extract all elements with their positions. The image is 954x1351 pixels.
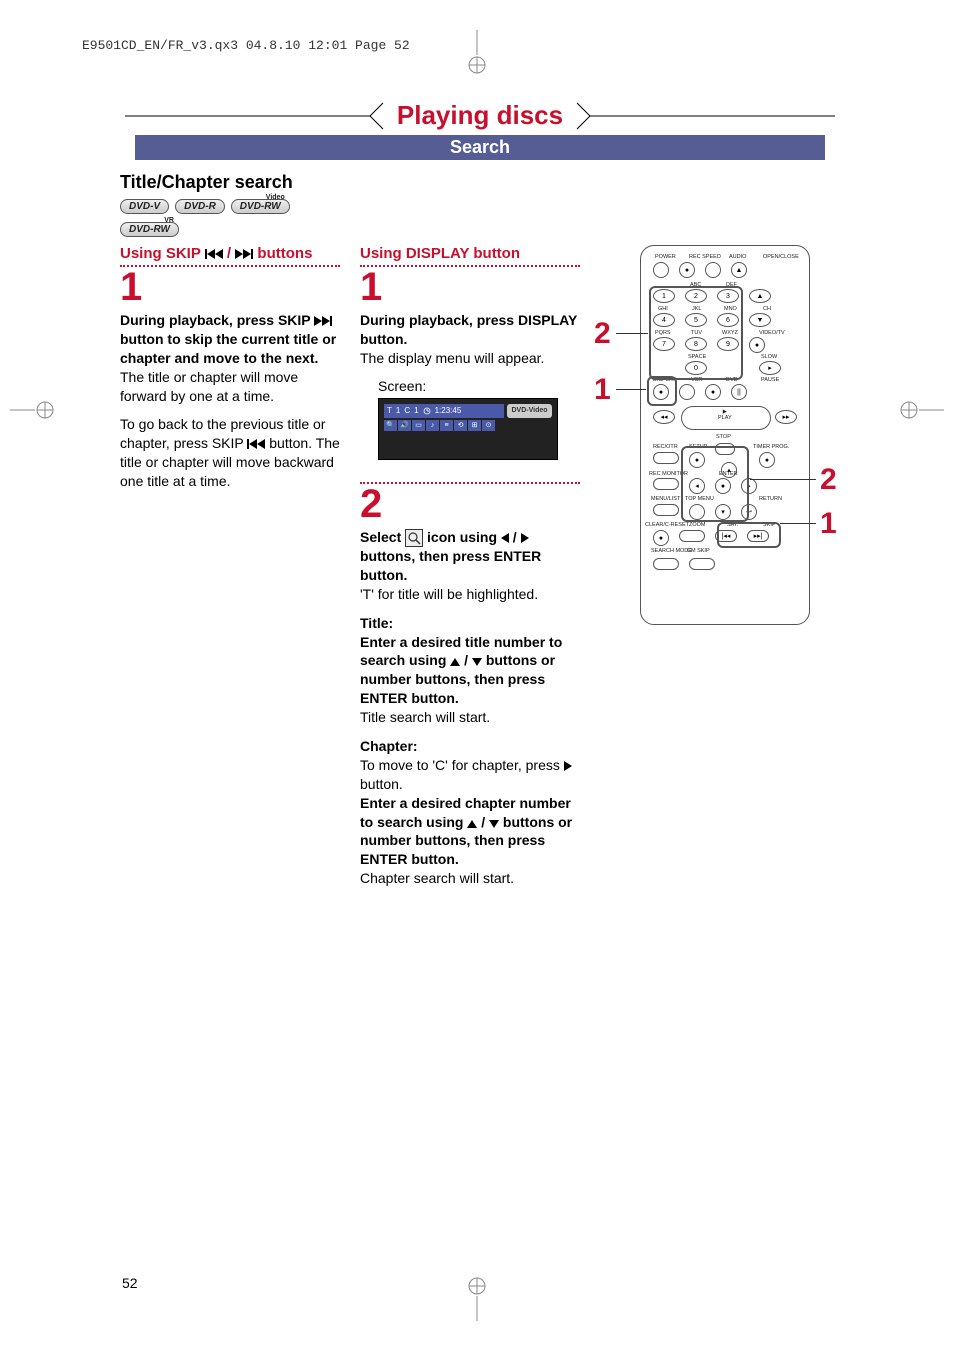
highlight-number-pad bbox=[649, 286, 743, 380]
crop-mark-left bbox=[10, 400, 55, 420]
callout-1-left: 1 bbox=[594, 373, 611, 407]
badge-dvd-rw-video: DVD-RWVideo bbox=[231, 199, 290, 214]
title-banner: Playing discs bbox=[120, 100, 840, 131]
callout-2-right: 2 bbox=[820, 463, 837, 497]
left-heading: Using SKIP / buttons bbox=[120, 245, 340, 262]
magnify-icon bbox=[405, 529, 423, 547]
play-button: ▶PLAY bbox=[681, 406, 771, 430]
audio-button bbox=[705, 262, 721, 278]
screen-label: Screen: bbox=[378, 378, 580, 394]
crop-mark-top bbox=[467, 30, 487, 75]
mid-para-2: Select icon using / buttons, then press … bbox=[360, 528, 580, 604]
osd-disc-type: DVD-Video bbox=[507, 404, 552, 418]
dotted-rule bbox=[360, 482, 580, 484]
highlight-skip bbox=[717, 522, 781, 548]
column-middle: Using DISPLAY button 1 During playback, … bbox=[360, 245, 580, 898]
rec-speed-button: ● bbox=[679, 262, 695, 278]
callout-1-right: 1 bbox=[820, 507, 837, 541]
menu-list-button bbox=[653, 504, 679, 516]
column-left: Using SKIP / buttons 1 During playback, … bbox=[120, 245, 340, 898]
banner-right-rule bbox=[575, 101, 835, 131]
left-para-1: During playback, press SKIP button to sk… bbox=[120, 311, 340, 405]
power-button bbox=[653, 262, 669, 278]
callout-line bbox=[750, 479, 816, 480]
mid-chapter-block: Chapter: To move to 'C' for chapter, pre… bbox=[360, 737, 580, 888]
crop-mark-right bbox=[899, 400, 944, 420]
rew-button: ◂◂ bbox=[653, 410, 675, 424]
banner-left-rule bbox=[125, 101, 385, 131]
ch-down-button: ▼ bbox=[749, 313, 771, 327]
file-header: E9501CD_EN/FR_v3.qx3 04.8.10 12:01 Page … bbox=[82, 38, 410, 53]
section-title: Title/Chapter search bbox=[120, 172, 840, 193]
callout-2-left: 2 bbox=[594, 317, 611, 351]
highlight-nav-enter bbox=[681, 446, 749, 522]
dotted-rule bbox=[120, 265, 340, 267]
search-mode-button bbox=[653, 558, 679, 570]
osd-screenshot: T1 C1 1:23:45 DVD-Video 🔍🔊▭♪≡⟲⊞⊙ bbox=[378, 398, 558, 460]
disc-badges: DVD-V DVD-R DVD-RWVideo bbox=[120, 199, 840, 214]
ffw-button: ▸▸ bbox=[775, 410, 797, 424]
zoom-button bbox=[679, 530, 705, 542]
rec-monitor-button bbox=[653, 478, 679, 490]
badge-dvd-r: DVD-R bbox=[175, 199, 225, 214]
step-2-mid: 2 bbox=[360, 486, 580, 522]
dvd-button: ● bbox=[705, 384, 721, 400]
badge-dvd-rw-vr: DVD-RWVR bbox=[120, 222, 179, 237]
osd-icon-row: 🔍🔊▭♪≡⟲⊞⊙ bbox=[384, 420, 495, 431]
timer-prog-button: ● bbox=[759, 452, 775, 468]
vcr-button bbox=[679, 384, 695, 400]
mid-title-block: Title: Enter a desired title number to s… bbox=[360, 614, 580, 727]
mid-heading: Using DISPLAY button bbox=[360, 245, 580, 262]
step-1-left: 1 bbox=[120, 269, 340, 305]
badge-dvd-v: DVD-V bbox=[120, 199, 169, 214]
step-1-mid: 1 bbox=[360, 269, 580, 305]
column-right: POWER REC SPEED AUDIO OPEN/CLOSE ●▲ ABC … bbox=[600, 245, 840, 898]
open-close-button: ▲ bbox=[731, 262, 747, 278]
slow-button: ▸ bbox=[759, 361, 781, 375]
video-tv-button: ● bbox=[749, 337, 765, 353]
crop-mark-bottom bbox=[467, 1276, 487, 1321]
sub-banner: Search bbox=[135, 135, 825, 160]
left-para-2: To go back to the previous title or chap… bbox=[120, 415, 340, 491]
callout-line bbox=[616, 389, 646, 390]
dotted-rule bbox=[360, 265, 580, 267]
remote-illustration: POWER REC SPEED AUDIO OPEN/CLOSE ●▲ ABC … bbox=[640, 245, 810, 625]
disc-badges-2: DVD-RWVR bbox=[120, 222, 840, 237]
callout-line bbox=[616, 333, 648, 334]
cm-skip-button bbox=[689, 558, 715, 570]
page-number: 52 bbox=[122, 1275, 138, 1291]
pause-button: || bbox=[731, 384, 747, 400]
main-title: Playing discs bbox=[385, 100, 575, 131]
clock-icon bbox=[423, 407, 431, 415]
callout-line bbox=[780, 523, 816, 524]
highlight-display bbox=[647, 376, 677, 406]
rec-otr-button bbox=[653, 452, 679, 464]
mid-para-1: During playback, press DISPLAY button. T… bbox=[360, 311, 580, 368]
clear-button: ● bbox=[653, 530, 669, 546]
ch-up-button: ▲ bbox=[749, 289, 771, 303]
